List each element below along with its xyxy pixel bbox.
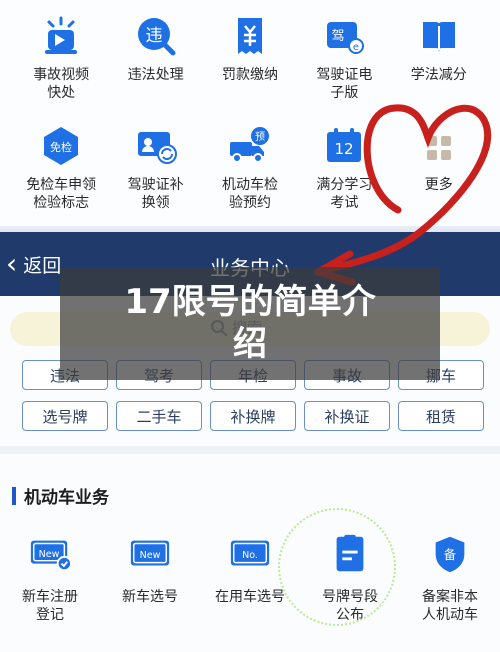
service-license-renew[interactable]: 驾驶证补 换领 xyxy=(108,116,202,228)
service-label: 驾驶证补 换领 xyxy=(127,177,184,211)
service-fine-payment[interactable]: 罚款缴纳 xyxy=(203,0,297,116)
book-icon xyxy=(417,14,461,58)
overlay-title: 17限号的简单介 绍 xyxy=(124,282,376,364)
service-label: 罚款缴纳 xyxy=(221,67,278,83)
fine-receipt-icon xyxy=(228,14,272,58)
service-label: 在用车选号 xyxy=(215,589,285,605)
service-vehicle-inspection-booking[interactable]: 预 机动车检 验预约 xyxy=(203,116,297,228)
service-label: 新车注册 登记 xyxy=(22,589,78,623)
exempt-icon-text: 免检 xyxy=(50,140,72,154)
service-violation[interactable]: 违 违法处理 xyxy=(108,0,202,116)
service-label: 号牌号段 公布 xyxy=(322,589,378,623)
service-label: 满分学习 考试 xyxy=(316,177,373,211)
service-label: 免检车申领 检验标志 xyxy=(26,177,97,211)
service-label: 事故视频 快处 xyxy=(33,67,90,101)
service-label: 更多 xyxy=(424,177,453,193)
calendar-icon-text: 12 xyxy=(335,140,354,158)
service-e-license[interactable]: 驾e 驾驶证电 子版 xyxy=(297,0,391,116)
new-icon-text: New xyxy=(39,549,60,560)
new-plate-check-icon: New xyxy=(28,532,72,576)
violation-icon: 违 xyxy=(134,14,178,58)
section-divider xyxy=(0,446,500,454)
new-icon-text: New xyxy=(140,550,161,561)
svg-text:e: e xyxy=(353,42,359,53)
service-plate-segment-publish[interactable]: 号牌号段 公布 xyxy=(300,526,400,624)
service-in-use-number-select[interactable]: No. 在用车选号 xyxy=(200,526,300,624)
top-services-panel: 事故视频 快处 违 违法处理 罚款缴纳 驾e 驾驶证电 子版 学法减分 免检 免… xyxy=(0,0,500,232)
camera-siren-icon xyxy=(39,14,83,58)
service-new-car-number-select[interactable]: New 新车选号 xyxy=(100,526,200,624)
service-accident-video[interactable]: 事故视频 快处 xyxy=(14,0,108,116)
service-exempt-inspection[interactable]: 免检 免检车申领 检验标志 xyxy=(14,116,108,228)
vehicle-services-grid: New 新车注册 登记 New 新车选号 No. 在用车选号 号牌号段 公布 备 xyxy=(0,526,500,624)
section-marker xyxy=(12,486,16,505)
e-license-icon-text: 驾 xyxy=(332,29,345,44)
top-services-grid: 事故视频 快处 违 违法处理 罚款缴纳 驾e 驾驶证电 子版 学法减分 免检 免… xyxy=(14,0,486,228)
plate-list-icon xyxy=(328,532,372,576)
service-new-car-registration[interactable]: New 新车注册 登记 xyxy=(0,526,100,624)
booking-icon-text: 预 xyxy=(255,131,265,143)
no-icon-text: No. xyxy=(242,550,258,561)
tag-replace-plate[interactable]: 补换牌 xyxy=(210,401,296,431)
service-label: 机动车检 验预约 xyxy=(221,177,278,211)
truck-booking-icon: 预 xyxy=(228,124,272,168)
service-more[interactable]: 更多 xyxy=(392,116,486,228)
tag-used-car[interactable]: 二手车 xyxy=(116,401,202,431)
exempt-badge-icon: 免检 xyxy=(39,124,83,168)
tag-rental[interactable]: 租赁 xyxy=(398,401,484,431)
shield-record-icon: 备 xyxy=(428,532,472,576)
record-icon-text: 备 xyxy=(444,547,457,562)
new-plate-icon: New xyxy=(128,532,172,576)
number-plate-icon: No. xyxy=(228,532,272,576)
tag-replace-license[interactable]: 补换证 xyxy=(304,401,390,431)
section-title: 机动车业务 xyxy=(12,483,109,508)
service-label: 违法处理 xyxy=(127,67,184,83)
service-record-other-vehicle[interactable]: 备 备案非本 人机动车 xyxy=(400,526,500,624)
title-overlay: 17限号的简单介 绍 xyxy=(60,267,440,380)
tag-select-plate[interactable]: 选号牌 xyxy=(22,401,108,431)
service-label: 新车选号 xyxy=(122,589,178,605)
section-title-text: 机动车业务 xyxy=(24,488,109,508)
service-label: 驾驶证电 子版 xyxy=(316,67,373,101)
calendar-12-icon: 12 xyxy=(322,124,366,168)
more-grid-icon xyxy=(417,124,461,168)
e-license-icon: 驾e xyxy=(322,14,366,58)
service-full-score-study[interactable]: 12 满分学习 考试 xyxy=(297,116,391,228)
service-label: 备案非本 人机动车 xyxy=(422,589,478,623)
license-renew-icon xyxy=(134,124,178,168)
violation-icon-text: 违 xyxy=(145,26,162,46)
service-label: 学法减分 xyxy=(410,67,467,83)
service-study-reduce-points[interactable]: 学法减分 xyxy=(392,0,486,116)
